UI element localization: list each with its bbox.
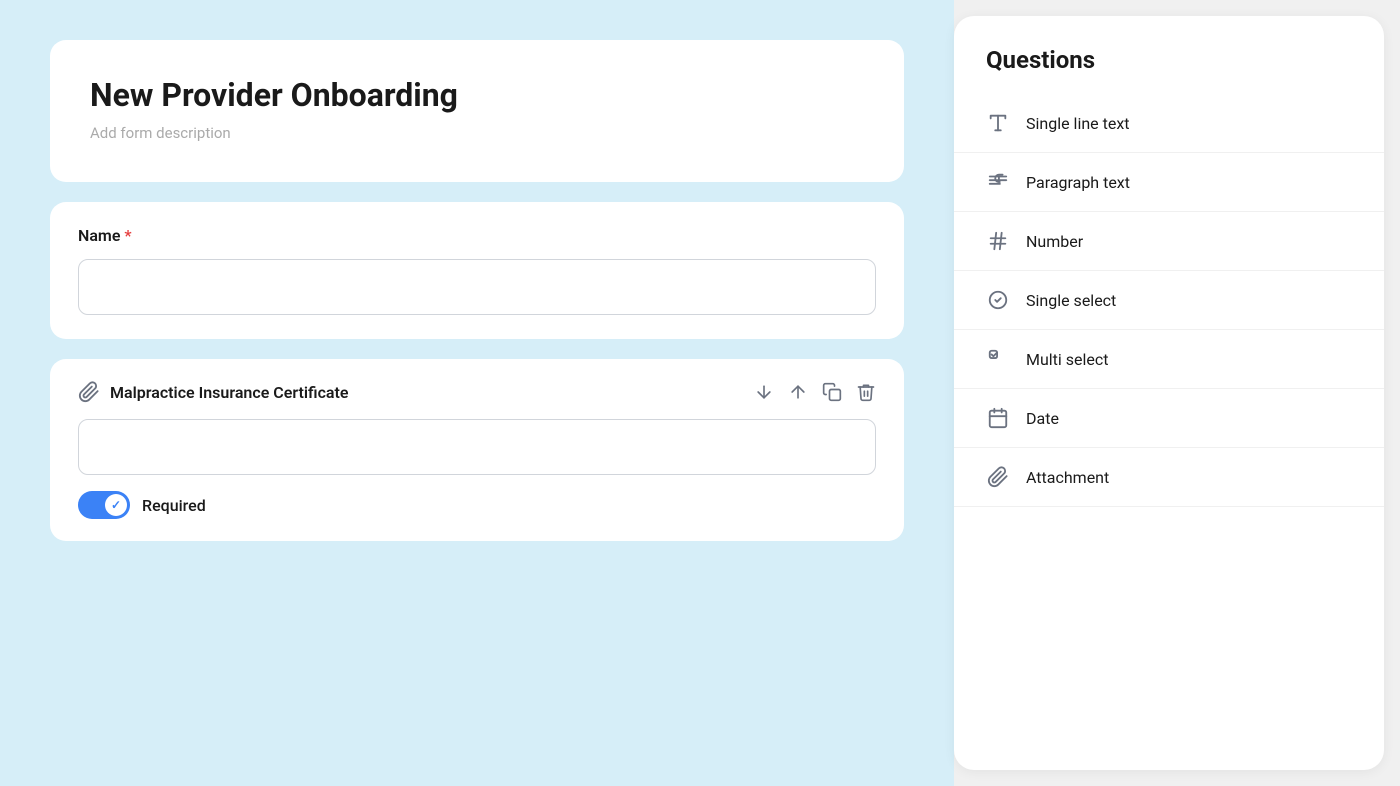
- form-header-card: New Provider Onboarding Add form descrip…: [50, 40, 904, 182]
- left-panel: New Provider Onboarding Add form descrip…: [0, 0, 954, 786]
- multi-select-icon: [986, 348, 1010, 370]
- toggle-knob: ✓: [105, 494, 127, 516]
- attachment-icon: [986, 466, 1010, 488]
- question-item-single-line-text[interactable]: Single line text: [954, 94, 1384, 153]
- questions-title: Questions: [954, 46, 1384, 94]
- move-up-icon[interactable]: [788, 382, 808, 402]
- attachment-field-card: Malpractice Insurance Certificate: [50, 359, 904, 541]
- delete-icon[interactable]: [856, 382, 876, 402]
- number-icon: [986, 230, 1010, 252]
- name-field-card: Name *: [50, 202, 904, 339]
- question-label-date: Date: [1026, 409, 1059, 428]
- question-label-single-line-text: Single line text: [1026, 114, 1130, 133]
- question-label-number: Number: [1026, 232, 1083, 251]
- attachment-title-group: Malpractice Insurance Certificate: [78, 381, 349, 403]
- name-field-input[interactable]: [78, 259, 876, 315]
- required-star: *: [124, 226, 131, 245]
- text-icon: [986, 112, 1010, 134]
- question-item-multi-select[interactable]: Multi select: [954, 330, 1384, 389]
- question-item-single-select[interactable]: Single select: [954, 271, 1384, 330]
- single-select-icon: [986, 289, 1010, 311]
- attachment-actions: [754, 382, 876, 402]
- attachment-header: Malpractice Insurance Certificate: [78, 381, 876, 403]
- required-toggle-row: ✓ Required: [78, 491, 876, 519]
- name-field-label: Name *: [78, 226, 876, 245]
- required-label: Required: [142, 496, 206, 515]
- form-title: New Provider Onboarding: [90, 76, 864, 114]
- question-item-attachment[interactable]: Attachment: [954, 448, 1384, 507]
- form-description: Add form description: [90, 124, 864, 142]
- question-list: Single line text Paragraph text Number: [954, 94, 1384, 770]
- attachment-field-input[interactable]: [78, 419, 876, 475]
- toggle-check-icon: ✓: [111, 498, 121, 512]
- duplicate-icon[interactable]: [822, 382, 842, 402]
- attachment-field-icon: [78, 381, 100, 403]
- question-label-single-select: Single select: [1026, 291, 1116, 310]
- question-item-date[interactable]: Date: [954, 389, 1384, 448]
- question-label-paragraph-text: Paragraph text: [1026, 173, 1130, 192]
- right-panel: Questions Single line text Paragraph tex…: [954, 16, 1384, 770]
- date-icon: [986, 407, 1010, 429]
- question-item-number[interactable]: Number: [954, 212, 1384, 271]
- paragraph-icon: [986, 171, 1010, 193]
- question-label-attachment: Attachment: [1026, 468, 1109, 487]
- question-item-paragraph-text[interactable]: Paragraph text: [954, 153, 1384, 212]
- question-label-multi-select: Multi select: [1026, 350, 1109, 369]
- required-toggle[interactable]: ✓: [78, 491, 130, 519]
- move-down-icon[interactable]: [754, 382, 774, 402]
- attachment-title: Malpractice Insurance Certificate: [110, 383, 349, 402]
